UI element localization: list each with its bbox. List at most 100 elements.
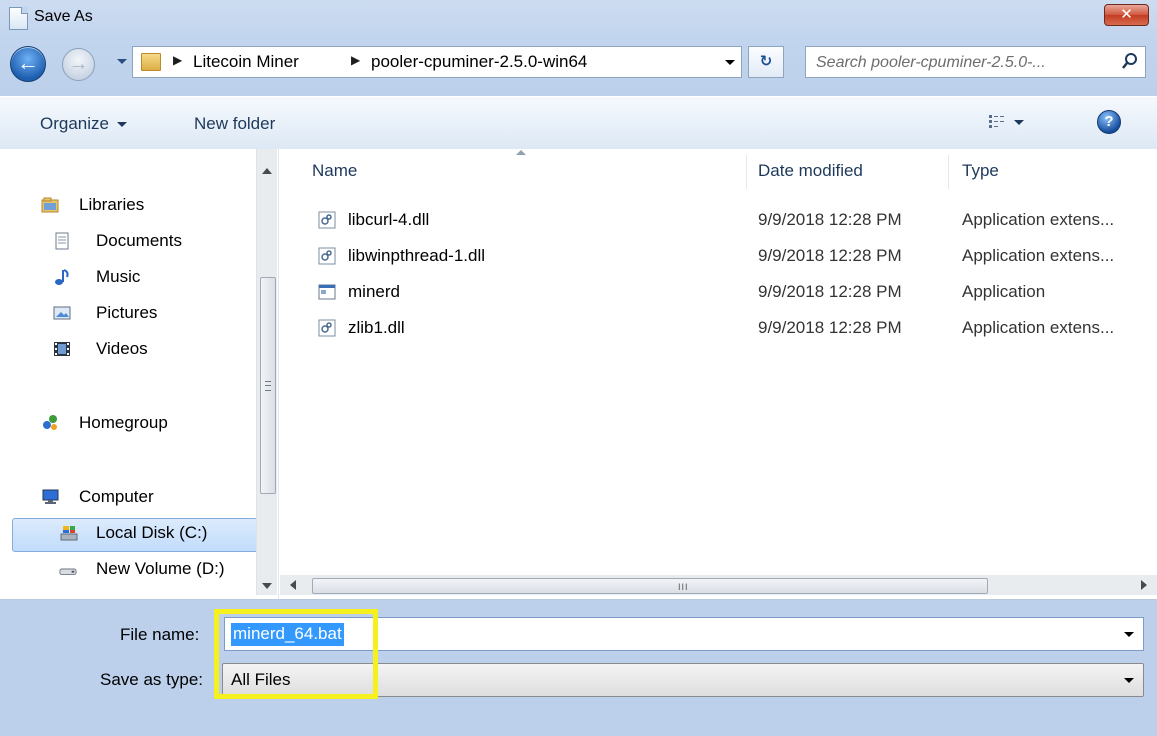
navigation-pane[interactable]: Libraries Documents Music Pictures Video… <box>0 149 256 599</box>
scroll-left-arrow-icon[interactable] <box>290 580 296 590</box>
file-row-minerd[interactable]: minerd 9/9/2018 12:28 PM Application <box>310 277 1157 313</box>
sidebar-item-computer[interactable]: Computer <box>0 481 256 515</box>
sidebar-item-label: Libraries <box>79 195 145 214</box>
save-as-type-value: All Files <box>231 670 291 689</box>
refresh-button[interactable]: ↻ <box>748 46 784 78</box>
sidebar-item-new-volume-d[interactable]: New Volume (D:) <box>0 553 256 587</box>
dll-icon <box>318 211 336 229</box>
file-type: Application extens... <box>962 318 1115 337</box>
breadcrumb-pooler-cpuminer[interactable]: pooler-cpuminer-2.5.0-win64 <box>371 52 587 72</box>
save-as-dialog: Save As ✕ ← → ▶ Litecoin Miner ▶ pooler-… <box>0 0 1157 736</box>
view-list-icon <box>989 115 1004 128</box>
help-button[interactable]: ? <box>1097 110 1121 134</box>
close-button[interactable]: ✕ <box>1104 4 1149 26</box>
recent-pages-chevron-down-icon[interactable] <box>117 59 127 64</box>
forward-button[interactable]: → <box>62 48 95 81</box>
file-list-horizontal-scrollbar[interactable]: III <box>280 575 1157 595</box>
column-header-name[interactable]: Name <box>312 161 357 181</box>
sort-ascending-icon <box>516 150 526 155</box>
sidebar-item-label: Local Disk (C:) <box>96 523 208 542</box>
file-name-input[interactable]: minerd_64.bat <box>231 623 344 646</box>
file-date: 9/9/2018 12:28 PM <box>758 318 902 337</box>
back-button[interactable]: ← <box>10 46 46 82</box>
libraries-icon <box>41 197 59 213</box>
file-row-zlib1[interactable]: zlib1.dll 9/9/2018 12:28 PM Application … <box>310 313 1157 349</box>
sidebar-item-pictures[interactable]: Pictures <box>0 297 256 331</box>
save-as-type-chevron-down-icon[interactable] <box>1124 678 1134 683</box>
navigation-bar: ← → ▶ Litecoin Miner ▶ pooler-cpuminer-2… <box>0 40 1157 90</box>
file-name: minerd <box>348 282 400 301</box>
drive-icon <box>59 568 77 575</box>
grip-icon <box>265 381 271 391</box>
sidebar-item-local-disk-c[interactable]: Local Disk (C:) <box>0 517 256 552</box>
computer-icon <box>42 489 59 504</box>
file-name-label: File name: <box>120 625 200 644</box>
new-folder-button[interactable]: New folder <box>194 114 275 134</box>
search-box[interactable] <box>805 46 1146 78</box>
file-date: 9/9/2018 12:28 PM <box>758 246 902 265</box>
save-as-type-label: Save as type: <box>100 670 204 689</box>
column-separator[interactable] <box>746 155 747 189</box>
address-bar[interactable]: ▶ Litecoin Miner ▶ pooler-cpuminer-2.5.0… <box>132 46 742 78</box>
scrollbar-thumb[interactable]: III <box>312 578 988 594</box>
folder-icon <box>141 53 161 71</box>
homegroup-icon <box>43 415 57 430</box>
file-name: libcurl-4.dll <box>348 210 430 229</box>
file-name-chevron-down-icon[interactable] <box>1124 632 1134 637</box>
notepad-document-icon <box>9 7 28 30</box>
dll-icon <box>318 247 336 265</box>
pane-divider[interactable] <box>278 149 279 599</box>
scroll-up-arrow-icon[interactable] <box>262 168 272 174</box>
sidebar-item-label: Music <box>96 267 141 286</box>
command-bar: Organize New folder ? <box>0 96 1157 150</box>
chevron-down-icon <box>1014 120 1024 125</box>
scrollbar-thumb[interactable] <box>260 277 276 494</box>
sidebar-item-label: Homegroup <box>79 413 168 432</box>
file-date: 9/9/2018 12:28 PM <box>758 210 902 229</box>
sidebar-item-homegroup[interactable]: Homegroup <box>0 407 256 441</box>
file-date: 9/9/2018 12:28 PM <box>758 282 902 301</box>
navigation-pane-scrollbar[interactable] <box>256 149 277 595</box>
file-type: Application extens... <box>962 210 1115 229</box>
browser-content: Libraries Documents Music Pictures Video… <box>0 149 1157 600</box>
pictures-icon <box>53 306 71 320</box>
file-type: Application extens... <box>962 246 1115 265</box>
organize-label: Organize <box>40 114 109 133</box>
save-as-type-select[interactable]: All Files <box>222 663 1144 697</box>
window-title: Save As <box>34 8 93 25</box>
column-header-date-modified[interactable]: Date modified <box>758 161 863 181</box>
chevron-down-icon <box>116 122 127 128</box>
file-row-libwinpthread[interactable]: libwinpthread-1.dll 9/9/2018 12:28 PM Ap… <box>310 241 1157 277</box>
sidebar-item-label: Pictures <box>96 303 158 322</box>
file-name: zlib1.dll <box>348 318 405 337</box>
sidebar-item-label: Computer <box>79 487 154 506</box>
sidebar-item-label: Documents <box>96 231 182 250</box>
grip-icon: III <box>678 582 689 592</box>
sidebar-item-videos[interactable]: Videos <box>0 333 256 367</box>
organize-menu[interactable]: Organize <box>40 114 127 134</box>
disk-icon <box>60 526 78 541</box>
sidebar-item-libraries[interactable]: Libraries <box>0 189 256 223</box>
file-row-libcurl[interactable]: libcurl-4.dll 9/9/2018 12:28 PM Applicat… <box>310 205 1157 241</box>
sidebar-item-documents[interactable]: Documents <box>0 225 256 259</box>
scroll-right-arrow-icon[interactable] <box>1141 580 1147 590</box>
breadcrumb-litecoin-miner[interactable]: Litecoin Miner <box>193 52 299 72</box>
sidebar-item-label: New Volume (D:) <box>96 559 225 578</box>
address-dropdown-chevron-down-icon[interactable] <box>725 60 735 65</box>
change-view-button[interactable] <box>988 113 1042 133</box>
documents-icon <box>55 232 69 250</box>
column-separator[interactable] <box>948 155 949 189</box>
application-icon <box>318 284 336 300</box>
scroll-down-arrow-icon[interactable] <box>262 583 272 589</box>
sidebar-item-label: Videos <box>96 339 148 358</box>
column-header-type[interactable]: Type <box>962 161 999 181</box>
title-bar: Save As ✕ <box>0 0 1157 34</box>
file-list[interactable]: Name Date modified Type libcurl-4.dll 9/… <box>280 149 1157 599</box>
sidebar-item-music[interactable]: Music <box>0 261 256 295</box>
search-icon[interactable] <box>1121 52 1139 70</box>
file-name-combobox[interactable]: minerd_64.bat <box>224 617 1144 651</box>
search-input[interactable] <box>814 51 1118 75</box>
breadcrumb-separator-icon[interactable]: ▶ <box>173 53 182 67</box>
breadcrumb-separator-icon[interactable]: ▶ <box>351 53 360 67</box>
file-name: libwinpthread-1.dll <box>348 246 486 265</box>
